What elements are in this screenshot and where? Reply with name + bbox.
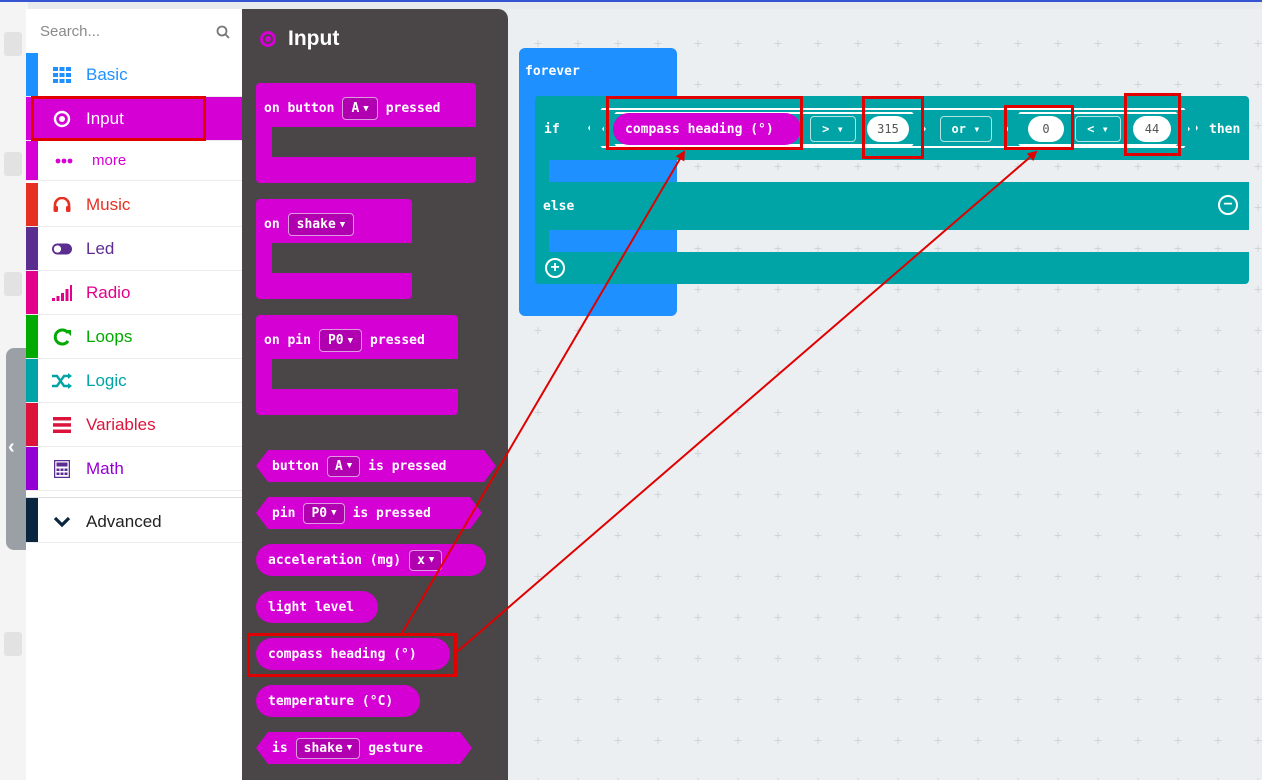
- annotation-arrows: [401, 150, 1038, 652]
- arrow-to-compass: [401, 150, 686, 634]
- arrow-to-zero: [457, 150, 1038, 652]
